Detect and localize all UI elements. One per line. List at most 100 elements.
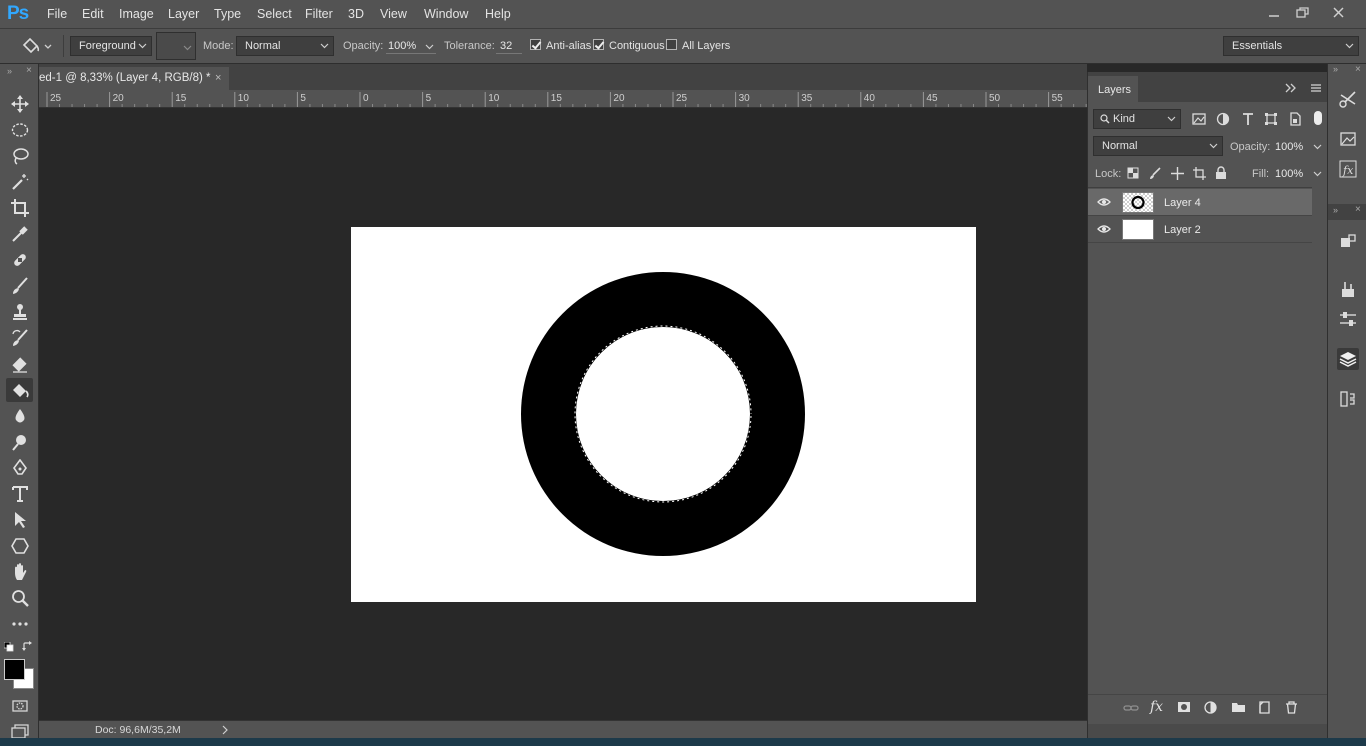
anti-alias-checkbox[interactable]	[530, 39, 541, 50]
eyedropper-tool[interactable]	[6, 222, 33, 246]
layer-row-layer-2[interactable]: Layer 2	[1088, 216, 1312, 243]
canvas-area[interactable]	[39, 108, 1087, 720]
layers-tab[interactable]: Layers	[1088, 76, 1138, 102]
move-tool[interactable]	[6, 92, 33, 116]
styles-dock-button[interactable]: fx	[1337, 158, 1359, 180]
layers-dock-button[interactable]	[1337, 348, 1359, 370]
paint-bucket-tool[interactable]	[6, 378, 33, 402]
menu-layer[interactable]: Layer	[168, 7, 199, 21]
menu-view[interactable]: View	[380, 7, 407, 21]
add-mask-icon[interactable]	[1177, 701, 1191, 714]
new-group-folder-icon[interactable]	[1231, 701, 1246, 713]
tool-preset-picker[interactable]	[20, 36, 56, 56]
quick-mask-button[interactable]	[6, 694, 33, 718]
menu-window[interactable]: Window	[424, 7, 468, 21]
new-adjustment-layer-icon[interactable]	[1204, 701, 1217, 714]
lock-all-icon[interactable]	[1215, 166, 1227, 180]
healing-brush-tool[interactable]	[6, 248, 33, 272]
close-dock-icon[interactable]: ×	[1355, 204, 1361, 215]
filter-pixel-icon[interactable]	[1192, 112, 1206, 126]
collapse-panel-icon[interactable]	[1285, 83, 1297, 93]
tolerance-field[interactable]: 32	[500, 40, 512, 52]
path-selection-tool[interactable]	[6, 508, 33, 532]
menu-3d[interactable]: 3D	[348, 7, 364, 21]
expand-dock-icon[interactable]: »	[1333, 205, 1338, 215]
close-button[interactable]	[1326, 4, 1352, 22]
chevron-down-icon[interactable]	[425, 43, 434, 51]
eraser-tool[interactable]	[6, 352, 33, 376]
hand-tool[interactable]	[6, 560, 33, 584]
menu-file[interactable]: File	[47, 7, 67, 21]
delete-layer-trash-icon[interactable]	[1285, 701, 1298, 714]
mode-dropdown[interactable]: Normal	[236, 36, 334, 56]
document-canvas[interactable]	[351, 227, 976, 602]
panel-resize-bar[interactable]	[1088, 724, 1328, 738]
contiguous-checkbox[interactable]	[593, 39, 604, 50]
lock-position-icon[interactable]	[1171, 167, 1184, 180]
filter-shape-icon[interactable]	[1264, 112, 1278, 126]
panel-menu-icon[interactable]	[1310, 83, 1322, 93]
new-layer-icon[interactable]	[1258, 701, 1271, 714]
layer-row-layer-4[interactable]: Layer 4	[1088, 189, 1312, 216]
visibility-eye-icon[interactable]	[1097, 197, 1111, 207]
layer-name[interactable]: Layer 2	[1164, 224, 1201, 236]
layer-filter-kind-dropdown[interactable]: Kind	[1093, 109, 1181, 129]
zoom-tool[interactable]	[6, 586, 33, 610]
filter-smart-object-icon[interactable]	[1288, 112, 1302, 126]
layer-opacity-field[interactable]: 100%	[1275, 141, 1303, 153]
lock-image-pixels-icon[interactable]	[1149, 167, 1162, 180]
minimize-button[interactable]	[1261, 4, 1287, 22]
all-layers-checkbox[interactable]	[666, 39, 677, 50]
visibility-eye-icon[interactable]	[1097, 224, 1111, 234]
blur-tool[interactable]	[6, 404, 33, 428]
menu-filter[interactable]: Filter	[305, 7, 333, 21]
pen-tool[interactable]	[6, 456, 33, 480]
fill-field[interactable]: 100%	[1275, 168, 1303, 180]
type-tool[interactable]	[6, 482, 33, 506]
menu-image[interactable]: Image	[119, 7, 154, 21]
more-tools-button[interactable]	[6, 612, 33, 636]
filter-type-icon[interactable]	[1241, 112, 1255, 126]
close-tab-icon[interactable]: ×	[215, 72, 221, 84]
dodge-tool[interactable]	[6, 430, 33, 454]
close-dock-icon[interactable]: ×	[1355, 64, 1361, 75]
menu-select[interactable]: Select	[257, 7, 292, 21]
layer-thumbnail[interactable]	[1122, 219, 1154, 240]
tool-presets-dock-button[interactable]	[1337, 88, 1359, 110]
workspace-dropdown[interactable]: Essentials	[1223, 36, 1359, 56]
restore-button[interactable]	[1289, 4, 1315, 22]
expand-dock-icon[interactable]: »	[1333, 64, 1338, 74]
chevron-down-icon[interactable]	[1313, 143, 1322, 151]
collapse-toolbar-icon[interactable]: »	[7, 66, 12, 76]
link-layers-icon[interactable]	[1123, 702, 1139, 714]
filter-toggle-switch[interactable]	[1314, 111, 1322, 125]
lock-artboard-icon[interactable]	[1193, 167, 1206, 180]
libraries-dock-button[interactable]	[1337, 128, 1359, 150]
chevron-down-icon[interactable]	[1313, 170, 1322, 178]
3d-dock-button[interactable]	[1337, 230, 1359, 252]
crop-tool[interactable]	[6, 196, 33, 220]
foreground-color-swatch[interactable]	[4, 659, 25, 680]
layer-style-fx-icon[interactable]: fx	[1150, 699, 1163, 715]
shape-tool[interactable]	[6, 534, 33, 558]
filter-adjustment-icon[interactable]	[1216, 112, 1230, 126]
opacity-field[interactable]: 100%	[388, 40, 416, 52]
clone-stamp-tool[interactable]	[6, 300, 33, 324]
brush-tool[interactable]	[6, 274, 33, 298]
marquee-tool[interactable]	[6, 118, 33, 142]
magic-wand-tool[interactable]	[6, 170, 33, 194]
close-toolbar-icon[interactable]: ×	[26, 65, 32, 76]
chevron-right-icon[interactable]	[221, 725, 229, 735]
channels-dock-button[interactable]	[1337, 388, 1359, 410]
lock-transparent-pixels-icon[interactable]	[1127, 167, 1139, 179]
fill-source-dropdown[interactable]: Foreground	[70, 36, 152, 56]
blend-mode-dropdown[interactable]: Normal	[1093, 136, 1223, 156]
adjustments-dock-button[interactable]	[1337, 308, 1359, 330]
default-colors-icon[interactable]	[4, 642, 14, 652]
swap-colors-icon[interactable]	[22, 641, 33, 652]
layer-thumbnail[interactable]	[1122, 192, 1154, 213]
menu-help[interactable]: Help	[485, 7, 511, 21]
history-brush-tool[interactable]	[6, 326, 33, 350]
layer-name[interactable]: Layer 4	[1164, 197, 1201, 209]
lasso-tool[interactable]	[6, 144, 33, 168]
